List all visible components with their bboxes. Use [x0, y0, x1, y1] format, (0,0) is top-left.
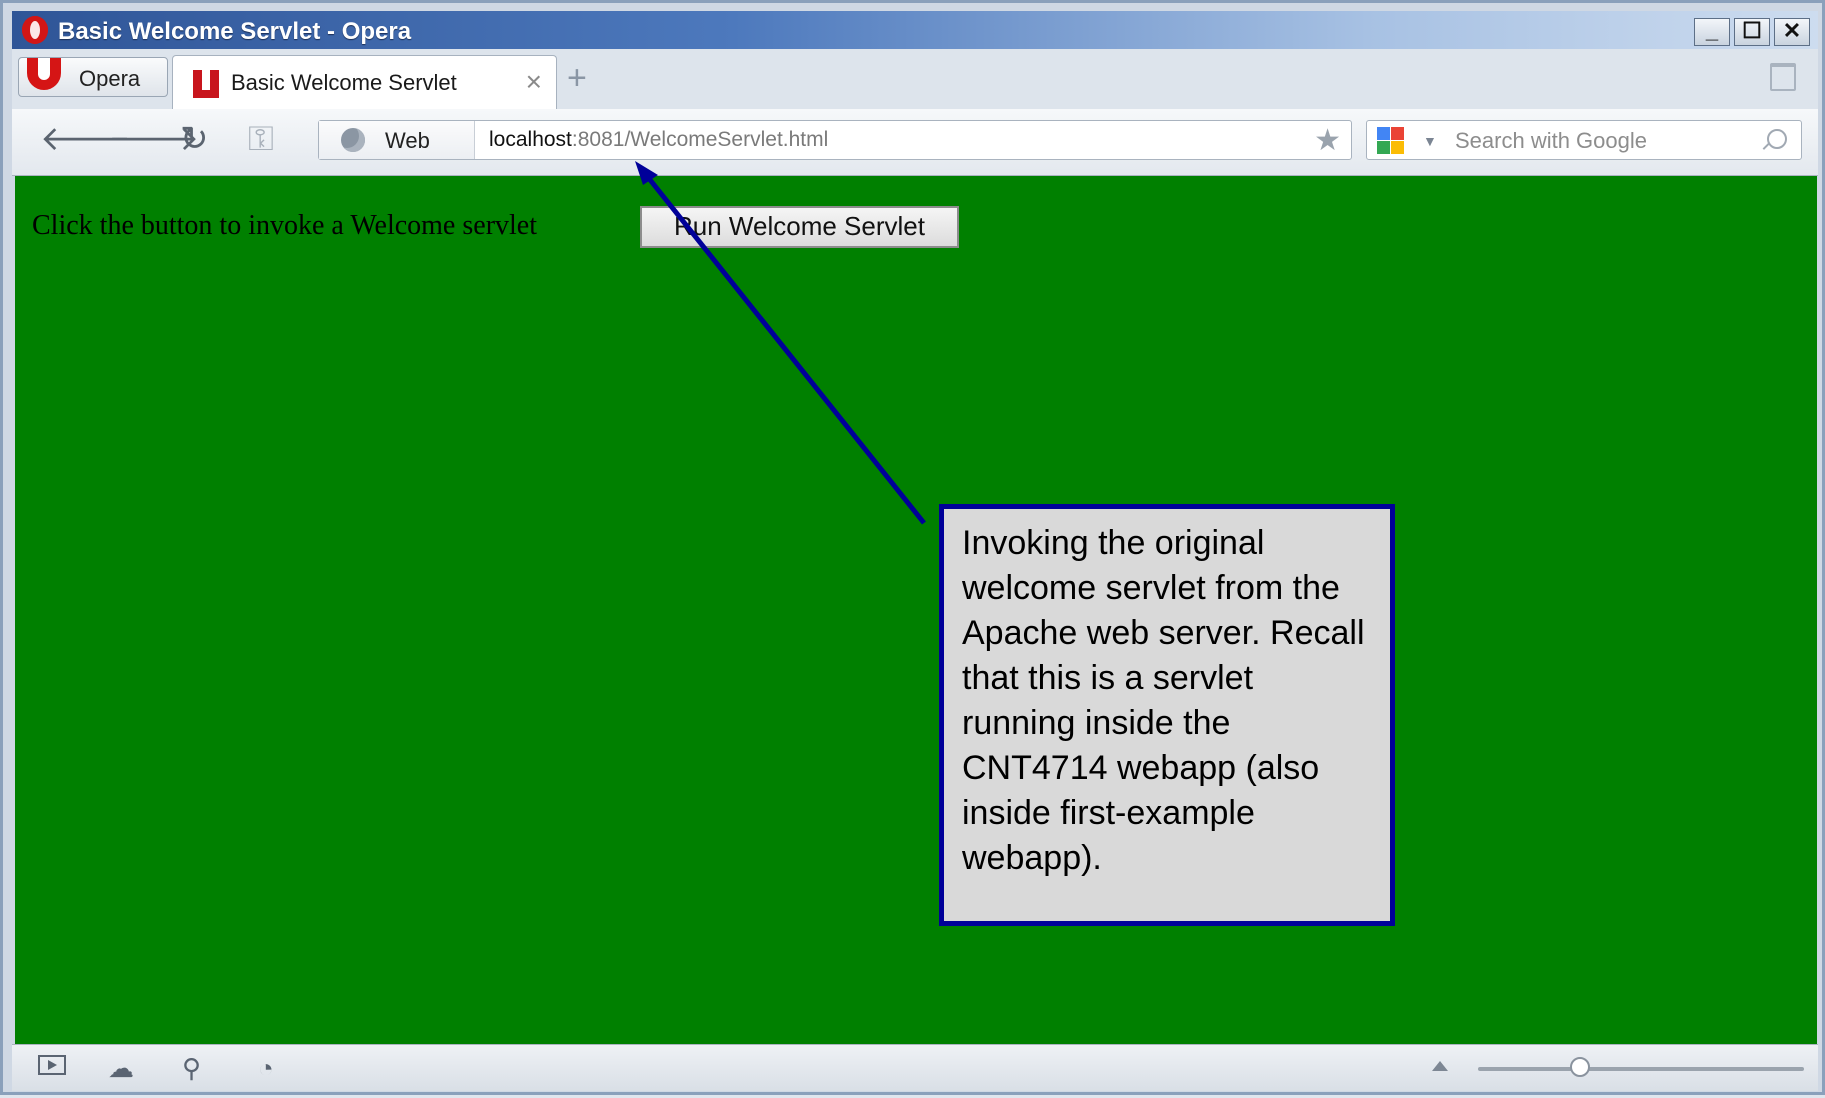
zoom-slider-handle[interactable]	[1570, 1057, 1590, 1077]
tab-close-icon[interactable]: ×	[526, 66, 542, 98]
opera-menu-label: Opera	[79, 66, 141, 91]
maximize-button[interactable]: ☐	[1734, 18, 1770, 46]
search-engine-dropdown-icon[interactable]: ▼	[1423, 133, 1437, 149]
tab-bar: Opera Basic Welcome Servlet × +	[12, 49, 1818, 109]
zoom-slider[interactable]	[1478, 1067, 1804, 1071]
opera-menu-icon	[27, 58, 61, 90]
globe-icon	[341, 128, 365, 152]
opera-logo-icon	[22, 16, 48, 44]
address-toolbar: 🡐 🡒 ↻ ⚿ Web localhost:8081/WelcomeServle…	[12, 109, 1818, 176]
trash-icon[interactable]	[1770, 63, 1796, 91]
window-title: Basic Welcome Servlet - Opera	[58, 18, 412, 45]
web-label: Web	[385, 128, 430, 153]
panel-icon[interactable]	[38, 1055, 66, 1075]
cloud-icon[interactable]: ☁	[108, 1055, 134, 1081]
search-field[interactable]: ▼ Search with Google	[1366, 120, 1802, 160]
web-badge[interactable]: Web	[319, 121, 475, 159]
browser-window: Basic Welcome Servlet - Opera _ ☐ ✕ Oper…	[0, 0, 1825, 1095]
title-bar: Basic Welcome Servlet - Opera _ ☐ ✕	[12, 11, 1818, 49]
url-path: :8081/WelcomeServlet.html	[571, 128, 829, 151]
speed-icon[interactable]: ◔	[258, 1055, 274, 1081]
page-prompt: Click the button to invoke a Welcome ser…	[32, 210, 537, 241]
google-icon	[1377, 127, 1405, 155]
favicon-icon	[193, 70, 219, 98]
page-content: Click the button to invoke a Welcome ser…	[15, 176, 1817, 1044]
address-field[interactable]: Web localhost:8081/WelcomeServlet.html ★	[318, 120, 1352, 160]
run-welcome-servlet-button[interactable]: Run Welcome Servlet	[640, 206, 959, 248]
opera-menu-button[interactable]: Opera	[18, 57, 168, 97]
tab-title: Basic Welcome Servlet	[231, 70, 457, 95]
zoom-menu-icon[interactable]	[1432, 1061, 1448, 1071]
share-icon[interactable]: ⚲	[182, 1055, 201, 1081]
close-button[interactable]: ✕	[1774, 18, 1810, 46]
window-controls: _ ☐ ✕	[1694, 18, 1810, 46]
url-host: localhost	[489, 128, 572, 151]
bookmark-star-icon[interactable]: ★	[1314, 123, 1341, 158]
reload-icon[interactable]: ↻	[180, 121, 209, 157]
search-placeholder: Search with Google	[1455, 128, 1647, 153]
minimize-button[interactable]: _	[1694, 18, 1730, 46]
annotation-callout: Invoking the original welcome servlet fr…	[939, 504, 1395, 926]
key-icon[interactable]: ⚿	[248, 121, 274, 157]
new-tab-button[interactable]: +	[567, 61, 587, 95]
status-bar: ☁ ⚲ ◔	[12, 1044, 1818, 1091]
search-icon[interactable]	[1767, 129, 1787, 149]
tab-basic-welcome-servlet[interactable]: Basic Welcome Servlet ×	[172, 55, 557, 109]
url-text[interactable]: localhost:8081/WelcomeServlet.html	[489, 128, 828, 152]
